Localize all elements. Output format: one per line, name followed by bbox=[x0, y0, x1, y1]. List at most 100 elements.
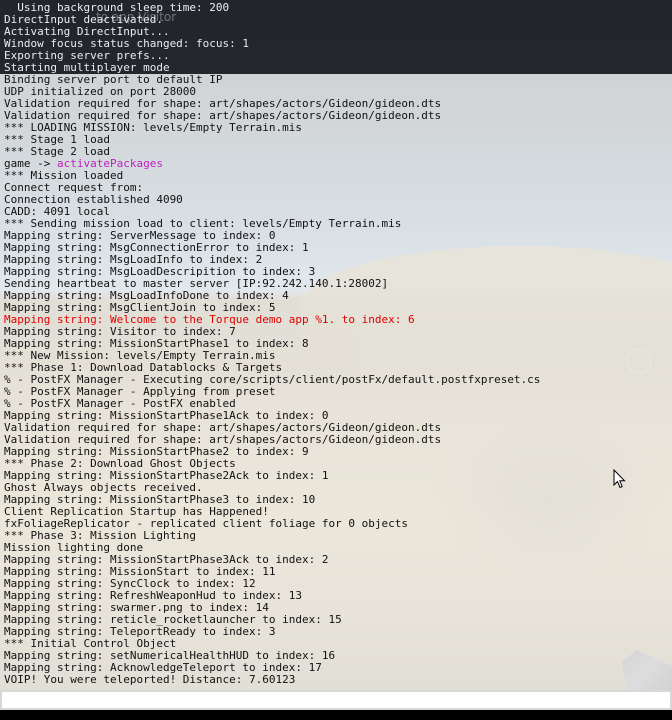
console-line-text: *** LOADING MISSION: levels/Empty Terrai… bbox=[4, 122, 303, 134]
console-line-text: Validation required for shape: art/shape… bbox=[4, 110, 442, 122]
console-line-text: VOIP! You were teleported! Distance: 7.6… bbox=[4, 674, 296, 686]
console-line: Mapping string: MissionStartPhase3 to in… bbox=[4, 494, 540, 506]
console-line: *** Phase 1: Download Datablocks & Targe… bbox=[4, 362, 540, 374]
console-window[interactable]: to app Visitor Using background sleep ti… bbox=[0, 0, 672, 690]
console-line: Validation required for shape: art/shape… bbox=[4, 98, 540, 110]
console-line-text: Mapping string: MissionStartPhase2Ack to… bbox=[4, 470, 329, 482]
console-line: Mapping string: RefreshWeaponHud to inde… bbox=[4, 590, 540, 602]
console-line: Mapping string: MissionStart to index: 1… bbox=[4, 566, 540, 578]
console-line-text: Connection established 4090 bbox=[4, 194, 183, 206]
console-line: Exporting server prefs... bbox=[4, 50, 540, 62]
console-line-text: Mapping string: SyncClock to index: 12 bbox=[4, 578, 256, 590]
console-line: *** Phase 2: Download Ghost Objects bbox=[4, 458, 540, 470]
console-line-text: Validation required for shape: art/shape… bbox=[4, 422, 442, 434]
console-line-text: Mapping string: setNumericalHealthHUD to… bbox=[4, 650, 336, 662]
console-line-text: Mapping string: MsgConnectionError to in… bbox=[4, 242, 309, 254]
console-line: Mapping string: MissionStartPhase1 to in… bbox=[4, 338, 540, 350]
mouse-pointer-icon bbox=[613, 469, 626, 489]
console-line-text: *** Sending mission load to client: leve… bbox=[4, 218, 402, 230]
console-line: Mapping string: setNumericalHealthHUD to… bbox=[4, 650, 540, 662]
console-line-text: *** Phase 2: Download Ghost Objects bbox=[4, 458, 236, 470]
console-line: Mapping string: swarmer.png to index: 14 bbox=[4, 602, 540, 614]
console-line-text: *** Phase 3: Mission Lighting bbox=[4, 530, 197, 542]
console-line: Validation required for shape: art/shape… bbox=[4, 422, 540, 434]
console-line: *** Stage 2 load bbox=[4, 146, 540, 158]
console-line-text: Sending heartbeat to master server [IP:9… bbox=[4, 278, 389, 290]
console-line: Validation required for shape: art/shape… bbox=[4, 434, 540, 446]
console-line: Mapping string: MsgConnectionError to in… bbox=[4, 242, 540, 254]
console-line-text: Ghost Always objects received. bbox=[4, 482, 203, 494]
console-line: Mapping string: AcknowledgeTeleport to i… bbox=[4, 662, 540, 674]
console-line-text: *** Mission loaded bbox=[4, 170, 124, 182]
console-line: Mapping string: MissionStartPhase2Ack to… bbox=[4, 470, 540, 482]
console-line-text: *** Phase 1: Download Datablocks & Targe… bbox=[4, 362, 283, 374]
console-line: Mapping string: Visitor to index: 7 bbox=[4, 326, 540, 338]
console-line: % - PostFX Manager - Executing core/scri… bbox=[4, 374, 540, 386]
console-line-text: Exporting server prefs... bbox=[4, 50, 170, 62]
console-line: Mapping string: MissionStartPhase1Ack to… bbox=[4, 410, 540, 422]
console-line: Mapping string: MsgLoadInfoDone to index… bbox=[4, 290, 540, 302]
console-line: Mapping string: reticle_rocketlauncher t… bbox=[4, 614, 540, 626]
console-line-text: Mapping string: MissionStartPhase1Ack to… bbox=[4, 410, 329, 422]
console-line: Client Replication Startup has Happened! bbox=[4, 506, 540, 518]
console-line-text: Mapping string: MissionStartPhase3Ack to… bbox=[4, 554, 329, 566]
console-line-text: Mapping string: ServerMessage to index: … bbox=[4, 230, 276, 242]
console-line: Mapping string: MsgClientJoin to index: … bbox=[4, 302, 540, 314]
console-line: Ghost Always objects received. bbox=[4, 482, 540, 494]
console-line: DirectInput deactivated. bbox=[4, 14, 540, 26]
console-line-text: Mapping string: MissionStartPhase1 to in… bbox=[4, 338, 309, 350]
console-line-text: Mapping string: MissionStartPhase3 to in… bbox=[4, 494, 316, 506]
console-line: Mapping string: TeleportReady to index: … bbox=[4, 626, 540, 638]
console-line-text: UDP initialized on port 28000 bbox=[4, 86, 197, 98]
console-line: % - PostFX Manager - PostFX enabled bbox=[4, 398, 540, 410]
console-line-text: Binding server port to default IP bbox=[4, 74, 223, 86]
console-line-text: % - PostFX Manager - PostFX enabled bbox=[4, 398, 236, 410]
console-line-text: *** Initial Control Object bbox=[4, 638, 177, 650]
console-line: Mapping string: MsgLoadDescripition to i… bbox=[4, 266, 540, 278]
console-line: *** Mission loaded bbox=[4, 170, 540, 182]
console-line: Connect request from: bbox=[4, 182, 540, 194]
console-line-text: Mapping string: MissionStartPhase2 to in… bbox=[4, 446, 309, 458]
console-line: *** Stage 1 load bbox=[4, 134, 540, 146]
console-line-text: % - PostFX Manager - Executing core/scri… bbox=[4, 374, 541, 386]
console-line-text: Activating DirectInput... bbox=[4, 26, 170, 38]
console-line-accent: activatePackages bbox=[56, 158, 163, 170]
console-line: *** Phase 3: Mission Lighting bbox=[4, 530, 540, 542]
console-line: Mapping string: SyncClock to index: 12 bbox=[4, 578, 540, 590]
console-line-text: Mapping string: AcknowledgeTeleport to i… bbox=[4, 662, 322, 674]
console-input-bar bbox=[0, 690, 672, 720]
console-line-text: Mapping string: MsgLoadDescripition to i… bbox=[4, 266, 316, 278]
console-line: Mapping string: MsgLoadInfo to index: 2 bbox=[4, 254, 540, 266]
console-line-text: % - PostFX Manager - Applying from prese… bbox=[4, 386, 276, 398]
console-line-text: Mapping string: TeleportReady to index: … bbox=[4, 626, 276, 638]
game-viewport[interactable]: to app Visitor Using background sleep ti… bbox=[0, 0, 672, 720]
console-line-text: *** New Mission: levels/Empty Terrain.mi… bbox=[4, 350, 276, 362]
console-line: Binding server port to default IP bbox=[4, 74, 540, 86]
console-line-text: Mapping string: MsgLoadInfoDone to index… bbox=[4, 290, 289, 302]
console-line-text: Starting multiplayer mode bbox=[4, 62, 170, 74]
console-line: Connection established 4090 bbox=[4, 194, 540, 206]
console-line-text: Mapping string: MsgClientJoin to index: … bbox=[4, 302, 276, 314]
console-line-text: Mapping string: Welcome to the Torque de… bbox=[4, 314, 415, 326]
console-line-text: fxFoliageReplicator - replicated client … bbox=[4, 518, 408, 530]
console-log[interactable]: Using background sleep time: 200 DirectIn… bbox=[4, 2, 540, 686]
console-line: fxFoliageReplicator - replicated client … bbox=[4, 518, 540, 530]
console-line: % - PostFX Manager - Applying from prese… bbox=[4, 386, 540, 398]
console-line: Mapping string: MissionStartPhase2 to in… bbox=[4, 446, 540, 458]
console-line: Starting multiplayer mode bbox=[4, 62, 540, 74]
console-line-text: Mapping string: RefreshWeaponHud to inde… bbox=[4, 590, 303, 602]
console-line-text: *** Stage 1 load bbox=[4, 134, 110, 146]
console-line-text: Mapping string: MsgLoadInfo to index: 2 bbox=[4, 254, 263, 266]
console-line-text: *** Stage 2 load bbox=[4, 146, 110, 158]
console-line-text: Using background sleep time: 200 bbox=[4, 2, 230, 14]
console-line: Using background sleep time: 200 bbox=[4, 2, 540, 14]
console-line: Mission lighting done bbox=[4, 542, 540, 554]
console-line: Mapping string: ServerMessage to index: … bbox=[4, 230, 540, 242]
console-line-text: Mapping string: swarmer.png to index: 14 bbox=[4, 602, 269, 614]
console-line-text: Connect request from: bbox=[4, 182, 144, 194]
console-line-text: Validation required for shape: art/shape… bbox=[4, 434, 442, 446]
console-input[interactable] bbox=[0, 690, 672, 710]
console-line-text: Window focus status changed: focus: 1 bbox=[4, 38, 250, 50]
console-line-text: Mapping string: MissionStart to index: 1… bbox=[4, 566, 276, 578]
console-line-text: CADD: 4091 local bbox=[4, 206, 110, 218]
